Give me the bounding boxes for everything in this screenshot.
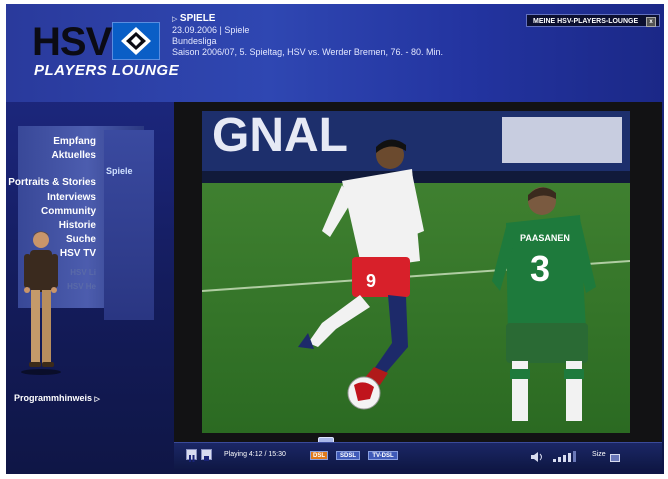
my-lounge-label: MEINE HSV-PLAYERS-LOUNGE [533,18,639,25]
nav-subitem-spiele[interactable]: Spiele [106,166,133,176]
volume-bars-icon [553,451,576,462]
playback-status: Playing 4:12 / 15:30 [224,451,286,458]
volume-level-bars[interactable] [552,449,582,468]
program-note-link[interactable]: Programmhinweis ▷ [14,393,100,403]
quality-dsl-button[interactable]: DSL [310,451,328,460]
quality-sdsl-button[interactable]: SDSL [336,451,360,460]
diamond-icon [113,23,159,59]
fullscreen-button[interactable] [610,450,620,468]
program-note-label: Programmhinweis [14,393,93,403]
video-content-image: GNAL 9 PAASANEN 3 [202,111,630,433]
nav-item-suche[interactable]: Suche [66,234,96,245]
hsv-diamond-logo-icon [112,22,160,60]
nav-item-aktuelles[interactable]: Aktuelles [52,150,96,161]
nav-item-dim-1: HSV Li [70,268,96,277]
host-figure-image [16,226,66,381]
screen-size-icon [610,454,620,462]
player9-number: 9 [366,271,376,291]
quality-tv-dsl-button[interactable]: TV-DSL [368,451,398,460]
nav-item-dim-2: HSV He [67,282,96,291]
league-line: Bundesliga [172,36,217,46]
nav-item-portraits[interactable]: Portraits & Stories [8,177,96,188]
header: HSV PLAYERS LOUNGE ▷ SPIELE 23.09.2006 |… [6,4,664,102]
close-icon[interactable]: x [646,17,656,27]
pause-button[interactable] [186,449,197,462]
player3-name: PAASANEN [520,233,570,243]
match-info-line: Saison 2006/07, 5. Spieltag, HSV vs. Wer… [172,47,443,57]
soccer-ball-icon [347,376,381,410]
date-line: 23.09.2006 | Spiele [172,25,250,35]
stop-icon [204,456,209,461]
player3-number: 3 [530,248,550,289]
player-control-bar: Playing 4:12 / 15:30 DSL SDSL TV-DSL Siz… [174,442,662,469]
chevron-right-icon: ▷ [172,16,178,23]
pause-icon [189,455,195,462]
chevron-right-icon: ▷ [94,396,100,403]
my-lounge-button[interactable]: MEINE HSV-PLAYERS-LOUNGE x [526,14,660,27]
nav-cube-side [104,130,154,320]
hsv-logo-text[interactable]: HSV [32,22,112,62]
hsv-lounge-window: HSV PLAYERS LOUNGE ▷ SPIELE 23.09.2006 |… [6,4,664,474]
players-lounge-logo-text: PLAYERS LOUNGE [34,62,180,79]
stop-button[interactable] [201,449,212,461]
nav-item-empfang[interactable]: Empfang [53,136,96,147]
size-label: Size [592,451,606,458]
section-title: SPIELE [179,13,216,24]
video-frame[interactable]: GNAL 9 PAASANEN 3 [202,111,630,433]
person-icon [21,231,61,375]
volume-icon[interactable] [530,450,546,468]
ad-banner-text: GNAL [212,111,348,162]
nav-item-interviews[interactable]: Interviews [47,192,96,203]
breadcrumb: ▷ SPIELE 23.09.2006 | Spiele Bundesliga … [172,13,443,58]
nav-item-community[interactable]: Community [41,206,96,217]
